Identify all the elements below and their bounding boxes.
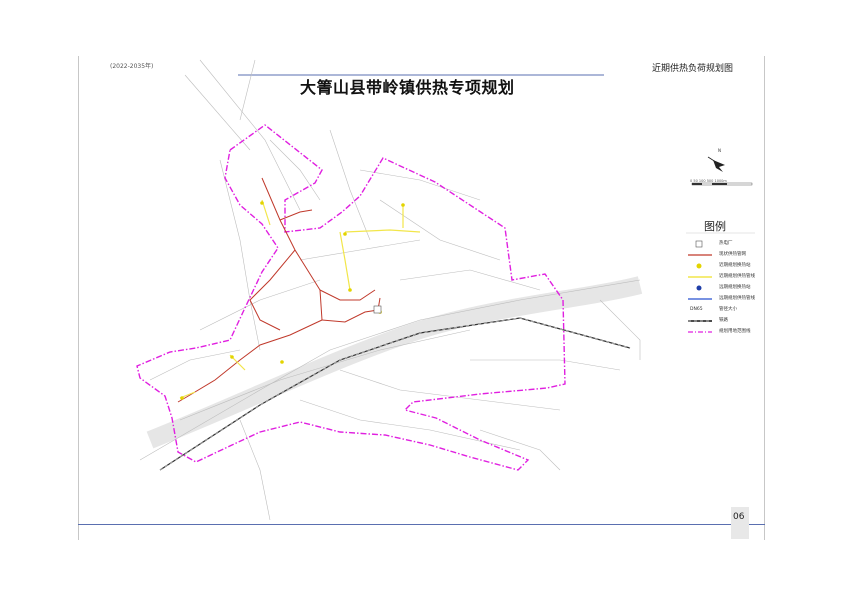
legend-label: 管径大小 bbox=[719, 307, 737, 312]
north-label: N bbox=[718, 148, 721, 153]
heat-plant-marker bbox=[373, 305, 382, 314]
legend-label: 现状供热管网 bbox=[719, 252, 746, 257]
near-station-icon bbox=[696, 263, 702, 269]
legend-item-boundary: 规划用地范围线 bbox=[686, 328, 766, 336]
heat-plant-icon bbox=[695, 240, 703, 248]
legend-label: 热电厂 bbox=[719, 241, 733, 246]
existing-network-icon bbox=[688, 254, 712, 256]
railway-icon bbox=[688, 320, 712, 322]
scale-bar bbox=[691, 182, 753, 186]
far-network-icon bbox=[688, 298, 712, 300]
legend-label: 铁路 bbox=[719, 318, 728, 323]
river-band bbox=[146, 276, 643, 449]
north-arrow-icon bbox=[707, 156, 725, 172]
far-station-icon bbox=[696, 285, 702, 291]
legend-label: 近期规划换热站 bbox=[719, 263, 751, 268]
legend-item-far-network: 远期规划供热管线 bbox=[686, 295, 766, 303]
near-network-icon bbox=[688, 276, 712, 278]
legend-label: 远期规划供热管线 bbox=[719, 296, 755, 301]
legend-label: 近期规划供热管线 bbox=[719, 274, 755, 279]
scale-label: 0 50 100 500 1000m bbox=[690, 179, 727, 183]
legend-item-far-station: 远期规划换热站 bbox=[686, 284, 766, 292]
legend-item-near-station: 近期规划换热站 bbox=[686, 262, 766, 270]
legend-title: 图例 bbox=[704, 220, 726, 233]
road-network bbox=[139, 59, 641, 521]
pipe-size-sample: DN65 bbox=[690, 307, 703, 312]
legend-item-existing-network: 现状供热管网 bbox=[686, 251, 766, 259]
legend-item-railway: 铁路 bbox=[686, 317, 766, 325]
legend-label: 远期规划换热站 bbox=[719, 285, 751, 290]
legend-item-pipe-size: DN65 管径大小 bbox=[686, 306, 766, 314]
boundary-icon bbox=[688, 331, 712, 333]
legend-item-near-network: 近期规划供热管线 bbox=[686, 273, 766, 281]
legend-label: 规划用地范围线 bbox=[719, 329, 751, 334]
legend-item-heat-plant: 热电厂 bbox=[686, 240, 766, 248]
